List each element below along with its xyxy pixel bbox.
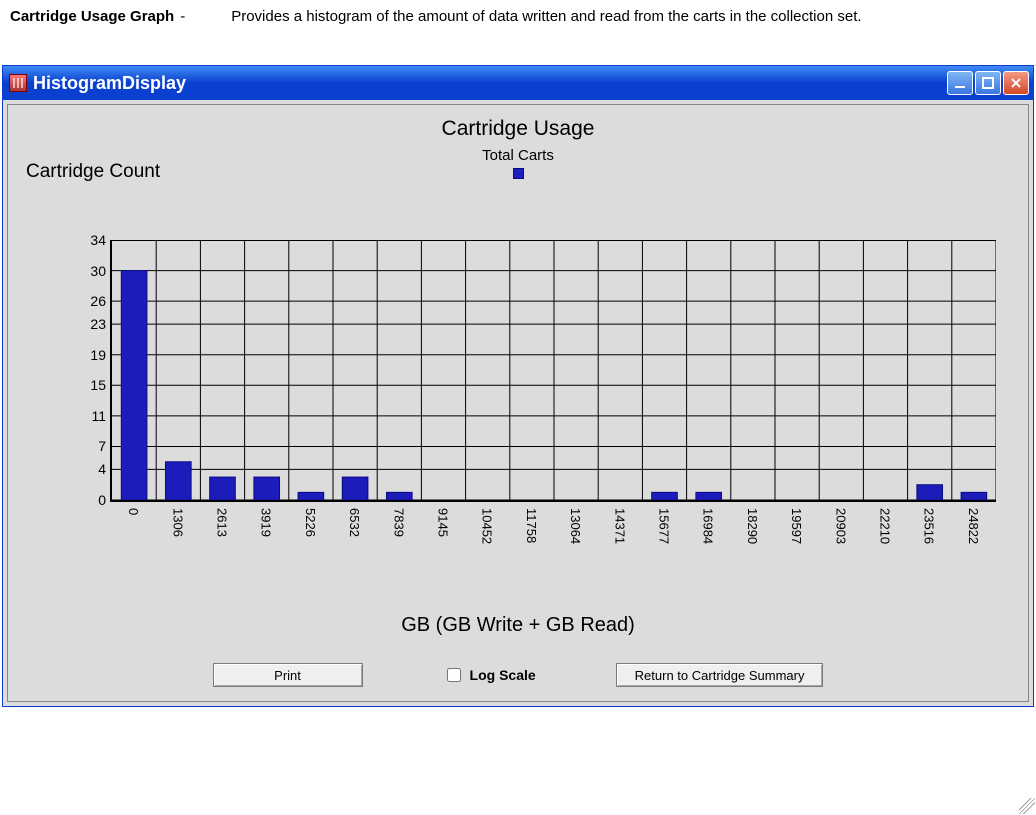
- y-tick: 30: [76, 263, 106, 279]
- window-title: HistogramDisplay: [33, 73, 947, 94]
- y-tick: 23: [76, 316, 106, 332]
- return-button[interactable]: Return to Cartridge Summary: [616, 663, 824, 687]
- y-tick: 34: [76, 232, 106, 248]
- x-tick: 6532: [347, 508, 362, 537]
- doc-header: Cartridge Usage Graph - Provides a histo…: [0, 0, 1036, 35]
- y-tick: 15: [76, 377, 106, 393]
- chart-frame: Cartridge Usage Total Carts Cartridge Co…: [7, 104, 1029, 702]
- logscale-input[interactable]: [447, 668, 461, 682]
- x-tick: 16984: [701, 508, 716, 544]
- logscale-checkbox[interactable]: Log Scale: [443, 665, 536, 685]
- maximize-button[interactable]: [975, 71, 1001, 95]
- definition-dash: -: [174, 8, 191, 25]
- client-area: Cartridge Usage Total Carts Cartridge Co…: [3, 100, 1033, 706]
- close-button[interactable]: [1003, 71, 1029, 95]
- x-tick: 24822: [966, 508, 981, 544]
- x-tick: 0: [126, 508, 141, 515]
- y-axis-label: Cartridge Count: [26, 161, 160, 183]
- y-tick: 26: [76, 293, 106, 309]
- logscale-label: Log Scale: [470, 667, 536, 683]
- minimize-button[interactable]: [947, 71, 973, 95]
- toolbar: Print Log Scale Return to Cartridge Summ…: [16, 655, 1020, 699]
- print-button[interactable]: Print: [213, 663, 363, 687]
- x-tick: 11758: [524, 508, 539, 543]
- y-tick: 19: [76, 347, 106, 363]
- definition-term: Cartridge Usage Graph: [10, 8, 174, 25]
- app-window: HistogramDisplay Cartridge Usage Total C…: [2, 65, 1034, 707]
- plot-svg: [112, 240, 996, 500]
- x-tick: 13064: [568, 508, 583, 544]
- legend-label: Total Carts: [482, 147, 554, 164]
- x-tick: 3919: [259, 508, 274, 537]
- x-tick: 22210: [878, 508, 893, 544]
- resize-grip-icon[interactable]: [1019, 798, 1035, 814]
- close-icon: [1009, 76, 1023, 90]
- chart-legend: Total Carts: [16, 147, 1020, 182]
- x-tick: 10452: [480, 508, 495, 544]
- chart-title: Cartridge Usage: [16, 117, 1020, 141]
- y-tick: 0: [76, 492, 106, 508]
- x-tick: 7839: [391, 508, 406, 537]
- titlebar[interactable]: HistogramDisplay: [3, 66, 1033, 100]
- maximize-icon: [981, 76, 995, 90]
- plot: [110, 240, 996, 502]
- x-tick: 15677: [657, 508, 672, 544]
- x-tick: 1306: [170, 508, 185, 537]
- x-tick: 19597: [789, 508, 804, 544]
- legend-swatch-icon: [513, 168, 524, 179]
- x-tick: 18290: [745, 508, 760, 544]
- x-axis-label: GB (GB Write + GB Read): [16, 614, 1020, 637]
- window-controls: [947, 71, 1029, 95]
- x-tick: 23516: [922, 508, 937, 544]
- y-tick: 4: [76, 461, 106, 477]
- definition-description: Provides a histogram of the amount of da…: [191, 8, 861, 25]
- x-tick: 5226: [303, 508, 318, 537]
- x-tick: 14371: [612, 508, 627, 544]
- x-tick: 9145: [436, 508, 451, 537]
- app-icon: [9, 74, 27, 92]
- x-tick: 2613: [215, 508, 230, 537]
- plot-area: 0471115192326303401306261339195226653278…: [76, 240, 996, 562]
- y-tick: 7: [76, 438, 106, 454]
- x-tick: 20903: [833, 508, 848, 544]
- y-tick: 11: [76, 408, 106, 424]
- minimize-icon: [953, 76, 967, 90]
